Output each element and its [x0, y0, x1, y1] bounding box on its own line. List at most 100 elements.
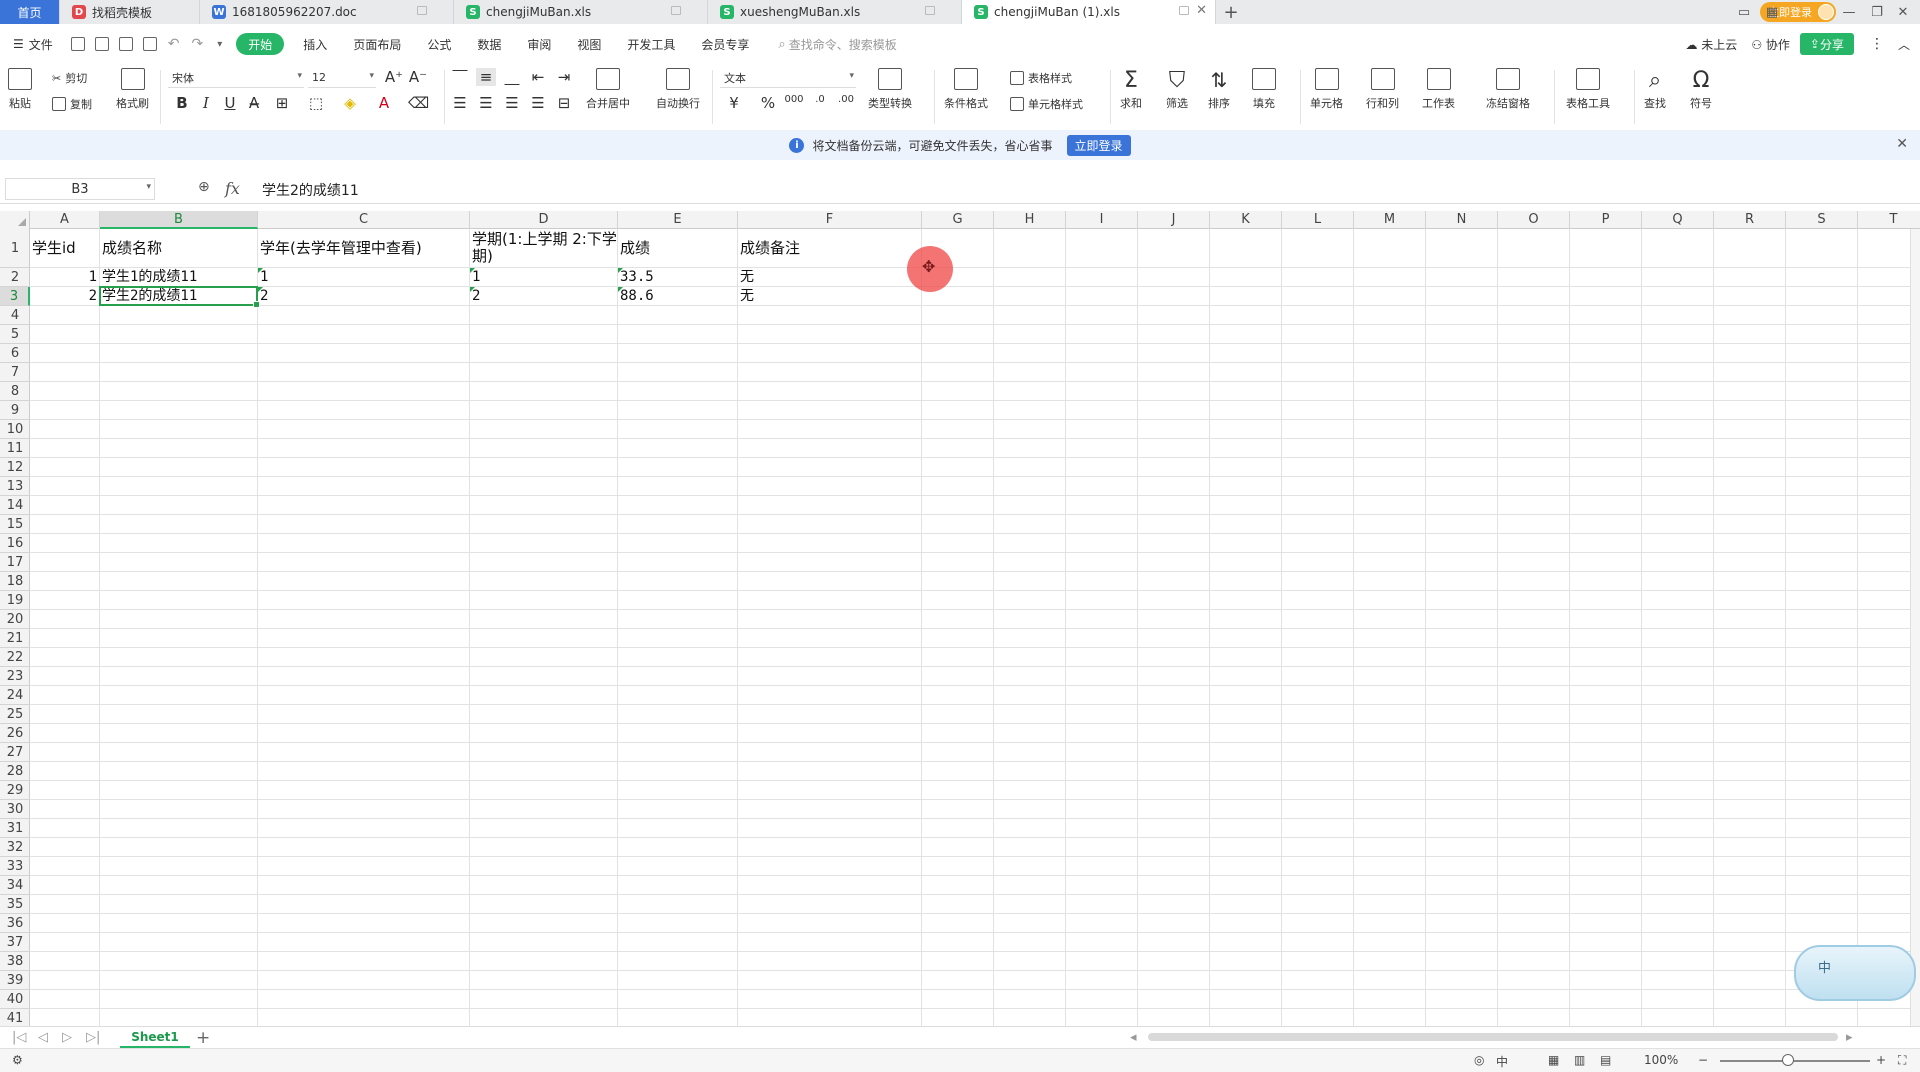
- select-all-corner[interactable]: [0, 211, 30, 229]
- column-header[interactable]: K: [1210, 211, 1282, 229]
- column-header[interactable]: R: [1714, 211, 1786, 229]
- align-center-icon[interactable]: ☰: [476, 94, 496, 112]
- cell-d1[interactable]: 学期(1:上学期 2:下学期): [470, 231, 618, 270]
- increase-decimal-icon[interactable]: .0: [810, 94, 830, 105]
- row-header[interactable]: 11: [0, 439, 30, 458]
- vertical-scrollbar[interactable]: [1910, 229, 1920, 1026]
- column-header[interactable]: E: [618, 211, 738, 229]
- column-header[interactable]: J: [1138, 211, 1210, 229]
- quick-access-more-icon[interactable]: ▾: [217, 39, 222, 50]
- column-header[interactable]: I: [1066, 211, 1138, 229]
- save-icon[interactable]: [70, 37, 85, 51]
- percent-icon[interactable]: %: [758, 94, 778, 112]
- ribbon-tab[interactable]: 会员专享: [688, 33, 762, 55]
- row-header[interactable]: 1: [0, 229, 30, 268]
- sort-button[interactable]: ⇅ 排序: [1208, 68, 1230, 111]
- zoom-function-icon[interactable]: ⊕: [198, 179, 210, 195]
- ribbon-tab[interactable]: 开始: [236, 33, 285, 55]
- row-header[interactable]: 38: [0, 952, 30, 971]
- sum-button[interactable]: Σ 求和: [1120, 68, 1142, 111]
- row-header[interactable]: 23: [0, 667, 30, 686]
- close-tab-icon[interactable]: ✕: [1196, 3, 1207, 18]
- zoom-slider[interactable]: [1720, 1060, 1870, 1062]
- document-tab[interactable]: SchengjiMuBan (1).xls ✕: [962, 0, 1216, 24]
- cell-e3[interactable]: 88.6: [618, 287, 738, 306]
- new-tab-icon[interactable]: +: [1216, 0, 1246, 24]
- page-break-icon[interactable]: ▤: [1600, 1053, 1611, 1067]
- align-left-icon[interactable]: ☰: [450, 94, 470, 112]
- print-preview-icon[interactable]: [142, 37, 157, 51]
- decrease-indent-icon[interactable]: ⇤: [528, 68, 548, 86]
- document-tab[interactable]: SxueshengMuBan.xls: [708, 0, 962, 24]
- bold-button[interactable]: B: [172, 94, 192, 112]
- increase-font-icon[interactable]: A⁺: [384, 68, 404, 86]
- column-header[interactable]: Q: [1642, 211, 1714, 229]
- column-header[interactable]: L: [1282, 211, 1354, 229]
- collapse-ribbon-icon[interactable]: ︿: [1898, 36, 1910, 53]
- row-header[interactable]: 34: [0, 876, 30, 895]
- spreadsheet-grid[interactable]: ABCDEFGHIJKLMNOPQRST 1 2 3 4 5 6 7 8 9 10 11 12 13 14…: [0, 211, 1920, 1026]
- cell-c3[interactable]: 2: [258, 287, 470, 306]
- align-bottom-icon[interactable]: ⎽: [502, 68, 522, 86]
- freeze-panes-button[interactable]: 冻结窗格: [1486, 68, 1530, 111]
- row-header[interactable]: 6: [0, 344, 30, 363]
- row-header[interactable]: 4: [0, 306, 30, 325]
- cell-f2[interactable]: 无: [738, 268, 922, 287]
- ribbon-tab[interactable]: 公式: [414, 33, 464, 55]
- ribbon-tab[interactable]: 视图: [564, 33, 614, 55]
- column-header[interactable]: O: [1498, 211, 1570, 229]
- close-window-icon[interactable]: ✕: [1890, 0, 1916, 24]
- row-header[interactable]: 30: [0, 800, 30, 819]
- layout-icon[interactable]: ▭: [1732, 0, 1756, 24]
- row-header[interactable]: 2: [0, 268, 30, 287]
- eye-protection-icon[interactable]: ◎: [1474, 1053, 1484, 1067]
- print-icon[interactable]: [118, 37, 133, 51]
- fill-style-icon[interactable]: ⬚: [306, 94, 326, 112]
- name-box[interactable]: B3: [5, 178, 155, 200]
- column-header[interactable]: D: [470, 211, 618, 229]
- formula-input[interactable]: 学生2的成绩11: [262, 180, 359, 200]
- prev-sheet-icon[interactable]: ◁: [38, 1030, 48, 1045]
- filter-button[interactable]: ⛉ 筛选: [1166, 68, 1188, 111]
- find-button[interactable]: ⌕ 查找: [1644, 68, 1666, 111]
- column-header[interactable]: P: [1570, 211, 1642, 229]
- document-tab[interactable]: W 1681805962207.doc: [200, 0, 454, 24]
- table-style-button[interactable]: 表格样式: [1010, 70, 1072, 86]
- row-header[interactable]: 17: [0, 553, 30, 572]
- row-header[interactable]: 24: [0, 686, 30, 705]
- cell-style-button[interactable]: 单元格样式: [1010, 96, 1083, 112]
- row-header[interactable]: 41: [0, 1009, 30, 1026]
- cell-button[interactable]: 单元格: [1310, 68, 1343, 111]
- row-header[interactable]: 14: [0, 496, 30, 515]
- macro-icon[interactable]: ⚙: [12, 1053, 23, 1067]
- row-header[interactable]: 7: [0, 363, 30, 382]
- ribbon-tab[interactable]: 开发工具: [614, 33, 688, 55]
- horizontal-scrollbar[interactable]: [1148, 1033, 1838, 1041]
- pin-tab-icon[interactable]: [925, 6, 935, 15]
- export-icon[interactable]: [94, 37, 109, 51]
- zoom-slider-handle[interactable]: [1782, 1054, 1794, 1066]
- first-sheet-icon[interactable]: |◁: [12, 1030, 26, 1045]
- ime-widget[interactable]: 中: [1794, 945, 1916, 1001]
- row-header[interactable]: 28: [0, 762, 30, 781]
- italic-button[interactable]: I: [196, 94, 216, 112]
- cell-c2[interactable]: 1: [258, 268, 470, 287]
- scroll-right-icon[interactable]: ▸: [1846, 1030, 1853, 1045]
- command-search[interactable]: ⌕ 查找命令、搜索模板: [778, 36, 896, 53]
- row-header[interactable]: 13: [0, 477, 30, 496]
- fx-icon[interactable]: fx: [225, 179, 240, 198]
- more-options-icon[interactable]: ⋮: [1870, 36, 1884, 52]
- row-header[interactable]: 8: [0, 382, 30, 401]
- pin-tab-icon[interactable]: [417, 6, 427, 15]
- file-menu[interactable]: ☰ 文件: [0, 33, 66, 55]
- column-header[interactable]: C: [258, 211, 470, 229]
- row-header[interactable]: 16: [0, 534, 30, 553]
- underline-button[interactable]: U: [220, 94, 240, 112]
- row-header[interactable]: 19: [0, 591, 30, 610]
- font-name-select[interactable]: 宋体: [168, 68, 304, 88]
- cell-d3[interactable]: 2: [470, 287, 618, 306]
- add-sheet-icon[interactable]: +: [196, 1028, 210, 1048]
- thousands-icon[interactable]: 000: [784, 94, 804, 105]
- collab-button[interactable]: ⚇ 协作: [1751, 36, 1790, 53]
- column-header[interactable]: A: [30, 211, 100, 229]
